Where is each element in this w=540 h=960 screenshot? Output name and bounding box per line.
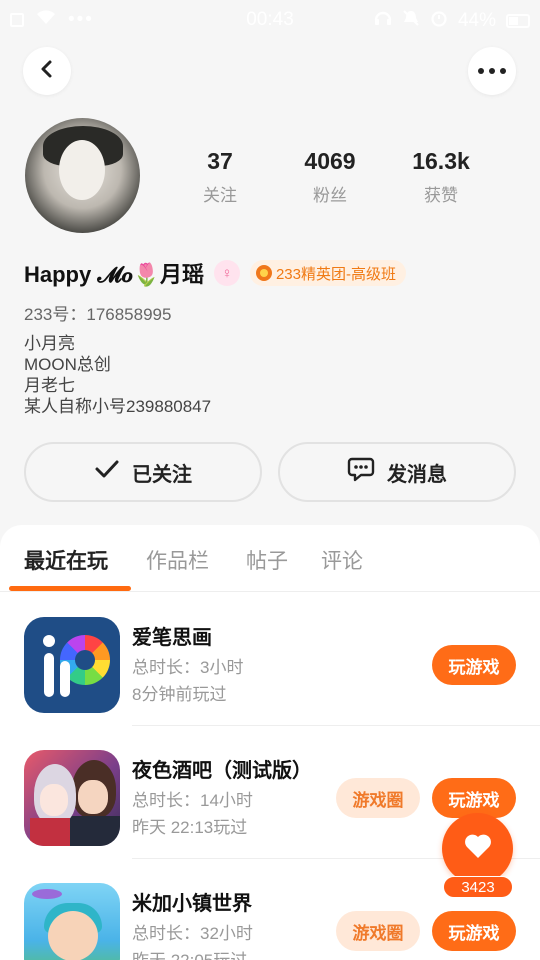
bio-line: 小月亮 [24, 334, 75, 353]
status-bar: ••• 00:43 44% [0, 0, 540, 38]
followed-button[interactable]: 已关注 [24, 442, 262, 502]
night-bar-app-icon[interactable] [24, 750, 120, 846]
list-item[interactable]: 爱笔思画 总时长：3小时 8分钟前玩过 玩游戏 [0, 593, 540, 726]
play-duration: 总时长：3小时 [132, 658, 244, 677]
stat-value: 4069 [304, 148, 356, 174]
bio-line: 月老七 [24, 376, 75, 395]
headset-icon [374, 9, 392, 33]
play-duration: 总时长：14小时 [132, 791, 253, 810]
stat-following[interactable]: 37 关注 [170, 148, 270, 206]
followed-label: 已关注 [132, 463, 192, 486]
battery-level: 44% [457, 10, 496, 31]
like-count: 3423 [443, 876, 513, 898]
check-icon [94, 458, 120, 486]
tab-bar: 最近在玩 作品栏 帖子 评论 [0, 525, 540, 592]
last-played: 昨天 22:05玩过 [132, 946, 247, 960]
stat-likes[interactable]: 16.3k 获赞 [391, 148, 491, 206]
tab-works[interactable]: 作品栏 [146, 545, 209, 575]
chat-bubble-icon [347, 456, 375, 488]
avatar[interactable] [25, 118, 140, 233]
ibis-paint-app-icon[interactable] [24, 617, 120, 713]
stat-value: 16.3k [412, 148, 470, 174]
alarm-icon [430, 9, 448, 33]
tab-posts[interactable]: 帖子 [246, 545, 288, 575]
play-game-button[interactable]: 玩游戏 [432, 778, 516, 818]
profile-stats: 37 关注 4069 粉丝 16.3k 获赞 [170, 148, 470, 208]
name-row: Happy 𝓜𝒐🌷月瑶 ♀ 233精英团-高级班 [24, 255, 406, 291]
user-id: 233号：176858995 [24, 305, 172, 324]
stat-label: 获赞 [424, 186, 458, 205]
bio: 小月亮 MOON总创 月老七 某人自称小号239880847 [24, 333, 211, 417]
miga-town-app-icon[interactable] [24, 883, 120, 960]
game-title: 米加小镇世界 [132, 893, 252, 915]
heart-icon [463, 832, 493, 865]
last-played: 昨天 22:13玩过 [132, 818, 248, 837]
game-circle-button[interactable]: 游戏圈 [336, 911, 420, 951]
stat-value: 37 [207, 148, 233, 174]
tab-comments[interactable]: 评论 [321, 545, 363, 575]
play-game-button[interactable]: 玩游戏 [432, 645, 516, 685]
stat-label: 粉丝 [313, 186, 347, 205]
stat-followers[interactable]: 4069 粉丝 [280, 148, 380, 206]
badge-emblem-icon [255, 265, 272, 281]
silent-icon [402, 9, 420, 33]
tab-recent[interactable]: 最近在玩 [24, 545, 108, 575]
bio-line: 某人自称小号239880847 [24, 397, 212, 416]
more-dots-icon [478, 68, 506, 74]
badge-label: 233精英团-高级班 [275, 265, 396, 283]
profile-name: Happy 𝓜𝒐🌷月瑶 [24, 262, 204, 287]
play-duration: 总时长：32小时 [132, 924, 253, 943]
last-played: 8分钟前玩过 [132, 685, 227, 704]
game-title: 爱笔思画 [132, 627, 212, 649]
message-label: 发消息 [387, 463, 447, 486]
female-gender-icon: ♀ [213, 260, 240, 286]
back-arrow-icon [37, 59, 57, 84]
bio-line: MOON总创 [24, 355, 111, 374]
more-button[interactable] [468, 47, 516, 95]
like-button[interactable] [442, 813, 513, 884]
play-game-button[interactable]: 玩游戏 [432, 911, 516, 951]
game-title: 夜色酒吧（测试版） [132, 760, 312, 782]
back-button[interactable] [23, 47, 71, 95]
stat-label: 关注 [203, 186, 237, 205]
tab-indicator [9, 586, 131, 591]
game-circle-button[interactable]: 游戏圈 [336, 778, 420, 818]
send-message-button[interactable]: 发消息 [278, 442, 516, 502]
battery-icon [506, 14, 530, 28]
group-badge[interactable]: 233精英团-高级班 [249, 260, 406, 286]
